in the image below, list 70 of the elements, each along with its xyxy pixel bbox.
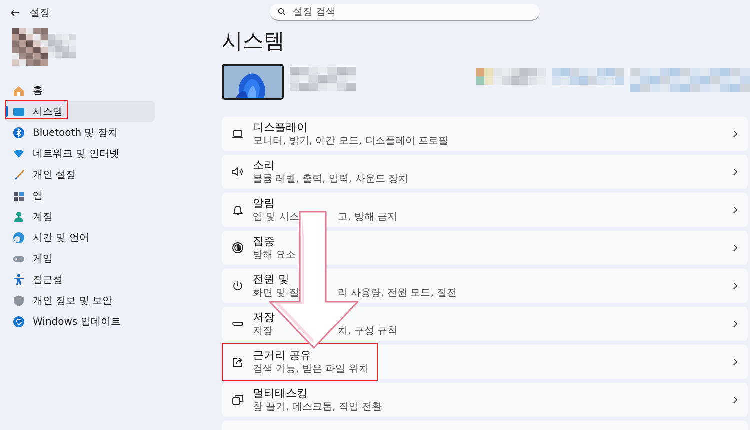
settings-card[interactable]: 저장 저장 치, 구성 규칙 (222, 307, 748, 341)
search-icon (278, 8, 286, 16)
card-description: 모니터, 밝기, 야간 모드, 디스플레이 프로필 (253, 136, 448, 146)
person-icon (13, 210, 25, 222)
card-description: 리 사용량, 전원 모드, 절전 (338, 288, 458, 298)
card-description: 방해 요소 (253, 250, 296, 260)
settings-card[interactable]: 소리 볼륨 레벨, 출력, 입력, 사운드 장치 (222, 155, 748, 189)
shield-icon (13, 294, 25, 306)
settings-card[interactable]: 멀티태스킹 창 끌기, 데스크톱, 작업 전환 (222, 383, 748, 417)
page-title: 시스템 (222, 28, 286, 55)
nav-item[interactable]: 개인 정보 및 보안 (5, 290, 155, 311)
card-description: 고, 방해 금지 (338, 212, 398, 222)
card-title: 디스플레이 (253, 120, 308, 134)
card-description: 볼륨 레벨, 출력, 입력, 사운드 장치 (253, 174, 408, 184)
search-field[interactable]: 설정 검색 (270, 4, 540, 21)
brush-icon (13, 168, 25, 180)
card-description: 검색 기능, 받은 파일 위치 (253, 364, 369, 374)
window-title: 설정 (30, 7, 50, 20)
nav-item[interactable]: 계정 (5, 206, 155, 227)
nav-item[interactable]: 네트워크 및 인터넷 (5, 143, 155, 164)
power-icon (232, 280, 244, 292)
settings-card[interactable]: 집중 방해 요소 (222, 231, 748, 265)
wifi-icon (13, 148, 25, 160)
share-icon (232, 356, 244, 368)
monitor-icon (13, 106, 25, 118)
nav-item[interactable]: 개인 설정 (5, 164, 155, 185)
card-description: 치, 구성 규칙 (338, 326, 398, 336)
nav-item[interactable]: 접근성 (5, 269, 155, 290)
focus-icon (232, 242, 244, 254)
settings-card[interactable]: 알림 앱 및 시스 고, 방해 금지 (222, 193, 748, 227)
windows-icon (232, 394, 244, 406)
card-title: 알림 (253, 196, 275, 210)
accessibility-icon (13, 274, 25, 286)
laptop-icon (232, 128, 244, 140)
settings-card[interactable]: 전원 및 화면 및 절 리 사용량, 전원 모드, 절전 (222, 269, 748, 303)
chevron-icon (733, 358, 738, 366)
back-icon[interactable] (10, 8, 20, 18)
card-title: 멀티태스킹 (253, 386, 308, 400)
nav-item[interactable]: 게임 (5, 248, 155, 269)
chevron-icon (733, 396, 738, 404)
nav-item[interactable]: 홈 (5, 80, 155, 101)
card-title: 전원 및 (253, 272, 290, 286)
bell-icon (232, 204, 244, 216)
card-title: 근거리 공유 (253, 348, 312, 362)
chevron-icon (733, 168, 738, 176)
bluetooth-icon (13, 126, 25, 138)
chevron-icon (733, 320, 738, 328)
card-description: 화면 및 절 (253, 288, 300, 298)
settings-card[interactable]: 근거리 공유 검색 기능, 받은 파일 위치 (222, 345, 748, 379)
nav-item[interactable]: 앱 (5, 185, 155, 206)
update-icon (13, 316, 25, 328)
card-description: 저장 (253, 326, 273, 336)
home-icon (13, 84, 25, 96)
card-title: 소리 (253, 158, 275, 172)
globe-icon (13, 232, 25, 244)
chevron-icon (733, 130, 738, 138)
nav-item[interactable]: Bluetooth 및 장치 (5, 122, 155, 143)
speaker-icon (232, 166, 244, 178)
chevron-icon (733, 206, 738, 214)
apps-icon (13, 190, 25, 202)
settings-card[interactable]: 디스플레이 모니터, 밝기, 야간 모드, 디스플레이 프로필 (222, 117, 748, 151)
card-title: 저장 (253, 310, 275, 324)
nav-item[interactable]: 시간 및 언어 (5, 227, 155, 248)
card-title: 집중 (253, 234, 275, 248)
card-description: 앱 및 시스 (253, 212, 300, 222)
nav-item[interactable]: Windows 업데이트 (5, 311, 155, 332)
chevron-icon (733, 244, 738, 252)
nav-item[interactable]: 시스템 (5, 101, 155, 122)
card-description: 창 끌기, 데스크톱, 작업 전환 (253, 402, 382, 412)
chevron-icon (733, 282, 738, 290)
